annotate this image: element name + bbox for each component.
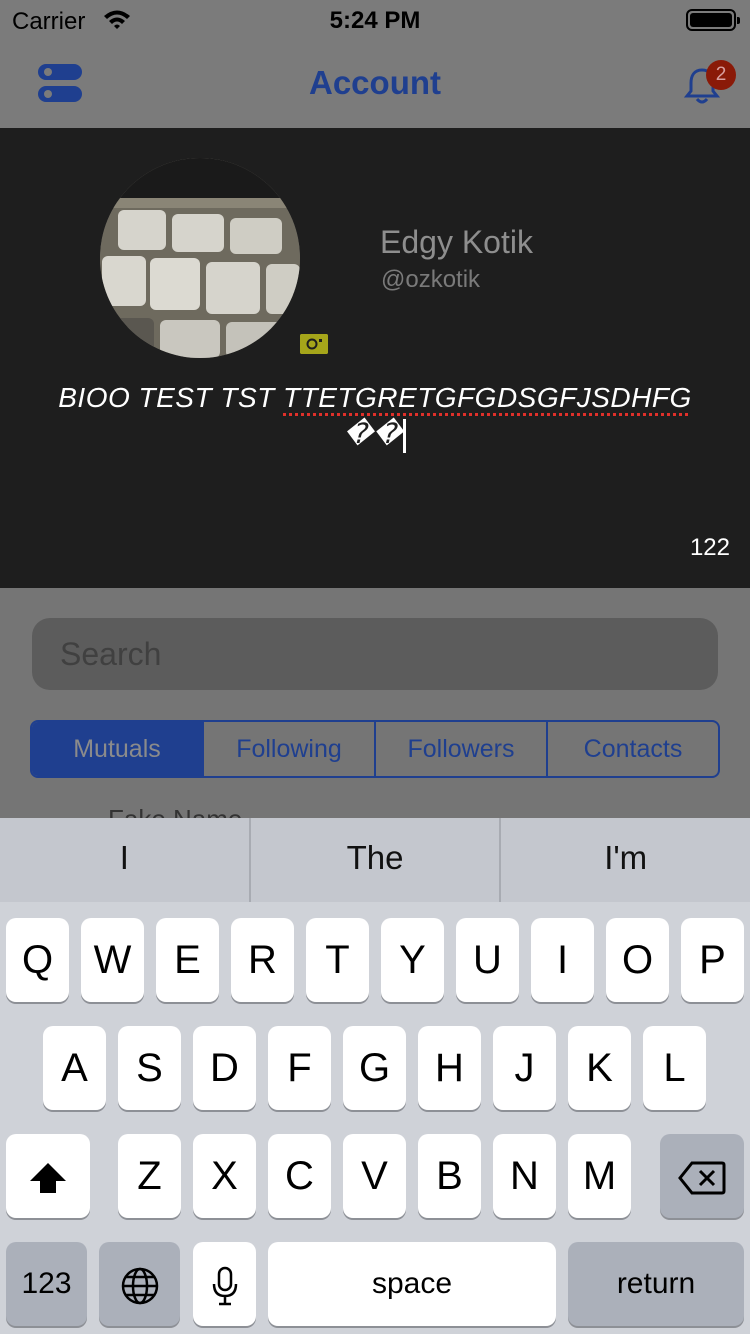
key-o[interactable]: O <box>606 918 669 1002</box>
bio-tail: �� <box>343 418 403 449</box>
key-t[interactable]: T <box>306 918 369 1002</box>
key-m[interactable]: M <box>568 1134 631 1218</box>
profile-handle: @ozkotik <box>381 266 481 293</box>
segmented-control: Mutuals Following Followers Contacts <box>30 720 720 778</box>
key-w[interactable]: W <box>81 918 144 1002</box>
text-cursor <box>403 418 407 453</box>
key-s[interactable]: S <box>118 1026 181 1110</box>
key-x[interactable]: X <box>193 1134 256 1218</box>
key-c[interactable]: C <box>268 1134 331 1218</box>
globe-key[interactable] <box>99 1242 180 1326</box>
key-k[interactable]: K <box>568 1026 631 1110</box>
suggestion-3[interactable]: I'm <box>499 818 750 902</box>
key-g[interactable]: G <box>343 1026 406 1110</box>
shift-icon <box>30 1163 66 1194</box>
key-b[interactable]: B <box>418 1134 481 1218</box>
key-p[interactable]: P <box>681 918 744 1002</box>
character-count: 122 <box>689 534 730 561</box>
avatar[interactable] <box>100 158 300 358</box>
page-title: Account <box>309 64 441 101</box>
key-v[interactable]: V <box>343 1134 406 1218</box>
tab-following[interactable]: Following <box>202 722 374 776</box>
bio-text-field[interactable]: BIOO TEST TST TTETGRETGFGDSGFJSDHFG �� <box>40 380 710 453</box>
space-key[interactable]: space <box>268 1242 556 1326</box>
key-j[interactable]: J <box>493 1026 556 1110</box>
key-i[interactable]: I <box>531 918 594 1002</box>
bio-misspelled-word: TTETGRETGFGDSGFJSDHFG <box>283 382 692 413</box>
shift-key[interactable] <box>6 1134 90 1218</box>
key-f[interactable]: F <box>268 1026 331 1110</box>
search-bar[interactable] <box>32 618 718 690</box>
key-l[interactable]: L <box>643 1026 706 1110</box>
predictive-bar: I The I'm <box>0 818 750 902</box>
globe-icon <box>121 1268 158 1305</box>
bio-text: BIOO TEST TST <box>58 382 284 413</box>
return-key[interactable]: return <box>568 1242 744 1326</box>
microphone-icon <box>212 1267 237 1306</box>
camera-icon[interactable] <box>300 334 328 354</box>
profile-name: Edgy Kotik <box>380 224 533 260</box>
suggestion-2[interactable]: The <box>248 818 500 902</box>
clock: 5:24 PM <box>329 7 421 34</box>
keyboard: I The I'm Q W E R T Y U I O P A S D F G … <box>0 818 750 1334</box>
key-u[interactable]: U <box>456 918 519 1002</box>
backspace-icon <box>678 1161 726 1195</box>
key-r[interactable]: R <box>231 918 294 1002</box>
nav-bar: Account 2 <box>0 40 750 128</box>
key-q[interactable]: Q <box>6 918 69 1002</box>
dictation-key[interactable] <box>193 1242 256 1326</box>
key-d[interactable]: D <box>193 1026 256 1110</box>
key-z[interactable]: Z <box>118 1134 181 1218</box>
tab-mutuals[interactable]: Mutuals <box>32 722 202 776</box>
key-h[interactable]: H <box>418 1026 481 1110</box>
key-n[interactable]: N <box>493 1134 556 1218</box>
numbers-key[interactable]: 123 <box>6 1242 87 1326</box>
tab-followers[interactable]: Followers <box>374 722 546 776</box>
notification-badge: 2 <box>706 60 736 90</box>
account-screen: Carrier 5:24 PM Account 2 Edgy Kotik @oz… <box>0 0 750 1334</box>
key-a[interactable]: A <box>43 1026 106 1110</box>
status-bar: Carrier 5:24 PM <box>0 0 750 40</box>
search-input[interactable] <box>60 618 680 690</box>
backspace-key[interactable] <box>660 1134 744 1218</box>
battery-icon <box>686 9 740 31</box>
profile-header: Edgy Kotik @ozkotik BIOO TEST TST TTETGR… <box>0 128 750 588</box>
suggestion-1[interactable]: I <box>0 818 249 902</box>
key-e[interactable]: E <box>156 918 219 1002</box>
key-y[interactable]: Y <box>381 918 444 1002</box>
tab-contacts[interactable]: Contacts <box>546 722 718 776</box>
